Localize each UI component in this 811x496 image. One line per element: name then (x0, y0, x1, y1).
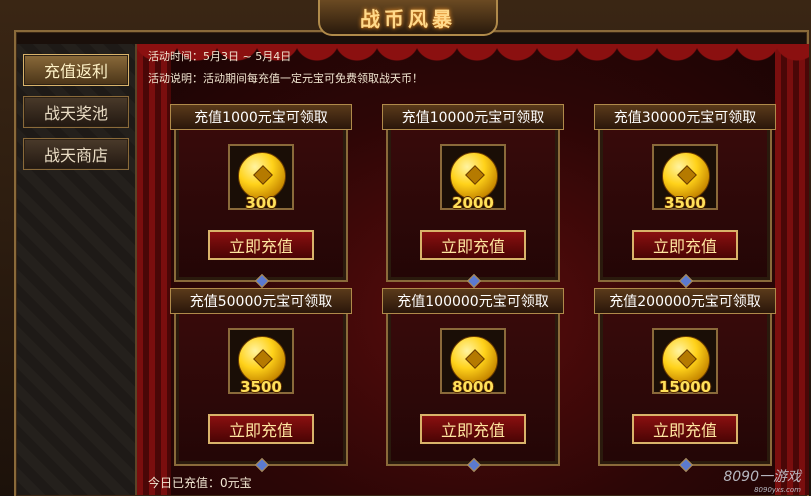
coin-amount: 3500 (240, 378, 282, 396)
reward-card-title: 充值30000元宝可领取 (594, 104, 776, 130)
watermark-logo: 8090一游戏 (723, 469, 801, 485)
gem-ornament-icon (678, 457, 694, 473)
coin-frame: 3500 (228, 328, 294, 396)
recharge-button[interactable]: 立即充值 (632, 414, 738, 444)
site-watermark: 8090一游戏 8090yxs.com (723, 466, 801, 494)
reward-card-title: 充值100000元宝可领取 (382, 288, 564, 314)
coin-hole-icon (677, 349, 697, 369)
coin-frame: 8000 (440, 328, 506, 396)
curtain-left (137, 44, 171, 495)
coin-hole-icon (253, 349, 273, 369)
gold-coin-icon (238, 336, 286, 384)
title-banner: 战币风暴 (318, 0, 498, 36)
coin-frame: 3500 (652, 144, 718, 212)
gem-ornament-icon (678, 273, 694, 289)
gold-coin-icon (450, 152, 498, 200)
coin-amount: 2000 (452, 194, 494, 212)
reward-card-title: 充值10000元宝可领取 (382, 104, 564, 130)
gem-ornament-icon (466, 457, 482, 473)
gem-ornament-icon (254, 457, 270, 473)
gem-ornament-icon (466, 273, 482, 289)
watermark-url: 8090yxs.com (754, 486, 801, 494)
event-stage: 活动时间：5月3日 ~ 5月4日 活动说明：活动期间每充值一定元宝可免费领取战天… (137, 44, 809, 495)
sidebar-item-prize-pool[interactable]: 战天奖池 (23, 96, 129, 128)
coin-frame: 2000 (440, 144, 506, 212)
today-recharged-total: 今日已充值：0元宝 (148, 476, 252, 490)
gold-coin-icon (662, 336, 710, 384)
gem-ornament-icon (254, 273, 270, 289)
reward-card-2: 充值10000元宝可领取 2000 立即充值 (382, 104, 564, 289)
curtain-right (775, 44, 809, 495)
event-time: 活动时间：5月3日 ~ 5月4日 (148, 50, 292, 63)
reward-card-title: 充值50000元宝可领取 (170, 288, 352, 314)
reward-card-title: 充值1000元宝可领取 (170, 104, 352, 130)
gold-coin-icon (662, 152, 710, 200)
event-description: 活动说明：活动期间每充值一定元宝可免费领取战天币！ (148, 72, 423, 85)
recharge-button[interactable]: 立即充值 (420, 230, 526, 260)
coin-amount: 15000 (658, 378, 712, 396)
gold-coin-icon (450, 336, 498, 384)
coin-hole-icon (677, 165, 697, 185)
sidebar-item-shop[interactable]: 战天商店 (23, 138, 129, 170)
recharge-button[interactable]: 立即充值 (208, 414, 314, 444)
coin-amount: 3500 (664, 194, 706, 212)
reward-card-3: 充值30000元宝可领取 3500 立即充值 (594, 104, 776, 289)
reward-card-4: 充值50000元宝可领取 3500 立即充值 (170, 288, 352, 473)
sidebar: 充值返利 战天奖池 战天商店 (17, 44, 137, 495)
sidebar-item-recharge-rebate[interactable]: 充值返利 (23, 54, 129, 86)
reward-card-1: 充值1000元宝可领取 300 立即充值 (170, 104, 352, 289)
reward-card-6: 充值200000元宝可领取 15000 立即充值 (594, 288, 776, 473)
recharge-button[interactable]: 立即充值 (208, 230, 314, 260)
coin-frame: 15000 (652, 328, 718, 396)
reward-card-5: 充值100000元宝可领取 8000 立即充值 (382, 288, 564, 473)
coin-frame: 300 (228, 144, 294, 212)
recharge-button[interactable]: 立即充值 (632, 230, 738, 260)
coin-hole-icon (253, 165, 273, 185)
coin-amount: 300 (245, 194, 277, 212)
page-title: 战币风暴 (360, 6, 456, 31)
gold-coin-icon (238, 152, 286, 200)
coin-amount: 8000 (452, 378, 494, 396)
reward-card-title: 充值200000元宝可领取 (594, 288, 776, 314)
coin-hole-icon (465, 165, 485, 185)
game-window: 战币风暴 充值返利 战天奖池 战天商店 活动时间：5月3日 ~ 5月4日 活动说… (0, 0, 811, 496)
recharge-button[interactable]: 立即充值 (420, 414, 526, 444)
coin-hole-icon (465, 349, 485, 369)
